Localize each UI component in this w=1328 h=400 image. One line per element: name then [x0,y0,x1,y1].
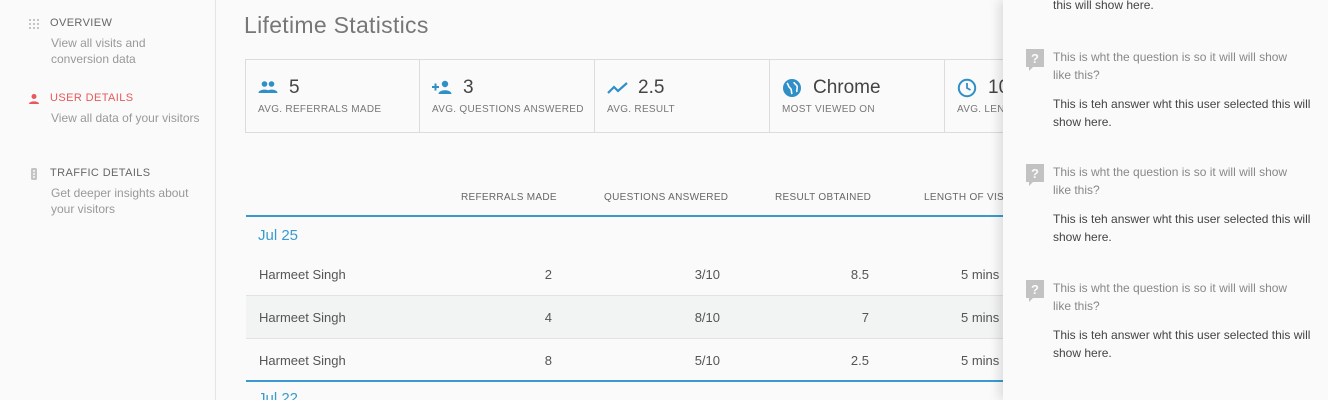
cell-questions: 5/10 [694,353,720,368]
stat-card-length: 10 AVG. LENGTH [945,60,1003,132]
date-group-header: Jul 22 [246,382,1003,400]
date-group-header: Jul 25 [246,217,1003,253]
stat-value: Chrome [813,77,881,98]
question-text: This is wht the question is so it will w… [1053,50,1288,82]
cell-name: Harmeet Singh [259,310,346,325]
cell-length: 5 mins [961,353,1000,368]
cell-referrals: 2 [544,267,552,282]
date-label: Jul 22 [258,390,299,400]
page-title: Lifetime Statistics [244,12,429,38]
answer-text: This is teh answer wht this user selecte… [1053,328,1311,360]
visits-table: REFERRALS MADE QUESTIONS ANSWERED RESULT… [246,185,1003,400]
cell-length: 5 mins [961,267,1000,282]
stat-card-browser: Chrome MOST VIEWED ON [770,60,945,132]
sidebar: OVERVIEW View all visits and conversion … [0,0,216,400]
question-icon: ? [1025,163,1045,187]
column-header-referrals[interactable]: REFERRALS MADE [461,192,557,203]
stat-card-referrals: 5 AVG. REFERRALS MADE [246,60,420,132]
stat-card-questions: 3 AVG. QUESTIONS ANSWERED [420,60,595,132]
table-row[interactable]: Harmeet Singh 8 5/10 2.5 5 mins [246,339,1003,382]
svg-text:?: ? [1031,166,1039,181]
stat-label: AVG. REFERRALS MADE [258,104,382,115]
sidebar-item-title: OVERVIEW [50,17,113,29]
stat-value: 10 [988,77,1003,98]
cell-questions: 3/10 [694,267,720,282]
clock-icon [957,78,977,98]
table-header: REFERRALS MADE QUESTIONS ANSWERED RESULT… [246,185,1003,217]
person-add-icon [432,78,452,98]
svg-text:?: ? [1031,51,1039,66]
cell-name: Harmeet Singh [259,353,346,368]
question-text: This is wht the question is so it will w… [1053,281,1288,313]
stat-value: 3 [463,77,474,98]
cell-result: 7 [861,310,869,325]
question-icon: ? [1025,279,1045,303]
stat-label: MOST VIEWED ON [782,104,875,115]
answer-text: this will show here. [1053,0,1154,12]
svg-text:?: ? [1031,282,1039,297]
answer-text: This is teh answer wht this user selecte… [1053,212,1311,244]
grid-icon [28,18,40,30]
sidebar-item-title: USER DETAILS [50,92,134,104]
column-header-questions[interactable]: QUESTIONS ANSWERED [604,192,728,203]
cell-questions: 8/10 [694,310,720,325]
question-icon: ? [1025,48,1045,72]
date-label: Jul 25 [258,227,299,244]
cell-length: 5 mins [961,310,1000,325]
question-text: This is wht the question is so it will w… [1053,165,1288,197]
answers-panel: this will show here. ? This is wht the q… [1003,0,1328,400]
stat-value: 2.5 [638,77,665,98]
stat-label: AVG. RESULT [607,104,675,115]
user-icon [28,93,40,105]
main-content: Lifetime Statistics 5 AVG. REFERRALS MAD… [216,0,1003,400]
stat-card-result: 2.5 AVG. RESULT [595,60,770,132]
sidebar-item-title: TRAFFIC DETAILS [50,167,151,179]
globe-icon [782,78,802,98]
table-row[interactable]: Harmeet Singh 4 8/10 7 5 mins [246,296,1003,339]
sidebar-item-desc: View all data of your visitors [51,111,200,125]
sidebar-item-desc: View all visits and conversion data [51,36,146,66]
cell-referrals: 8 [544,353,552,368]
column-header-result[interactable]: RESULT OBTAINED [775,192,871,203]
stat-label: AVG. QUESTIONS ANSWERED [432,104,584,115]
sidebar-item-desc: Get deeper insights about your visitors [51,186,189,216]
stats-row: 5 AVG. REFERRALS MADE 3 AVG. QUESTIONS A… [245,59,1003,133]
column-header-length[interactable]: LENGTH OF VISIT [924,192,1003,203]
cell-referrals: 4 [544,310,552,325]
traffic-icon [28,168,40,180]
group-icon [258,78,278,98]
stat-label: AVG. LENGTH [957,104,1003,115]
cell-result: 8.5 [850,267,869,282]
answer-text: This is teh answer wht this user selecte… [1053,97,1311,129]
trending-icon [607,78,628,98]
stat-value: 5 [289,77,300,98]
cell-result: 2.5 [850,353,869,368]
table-row[interactable]: Harmeet Singh 2 3/10 8.5 5 mins [246,253,1003,296]
cell-name: Harmeet Singh [259,267,346,282]
